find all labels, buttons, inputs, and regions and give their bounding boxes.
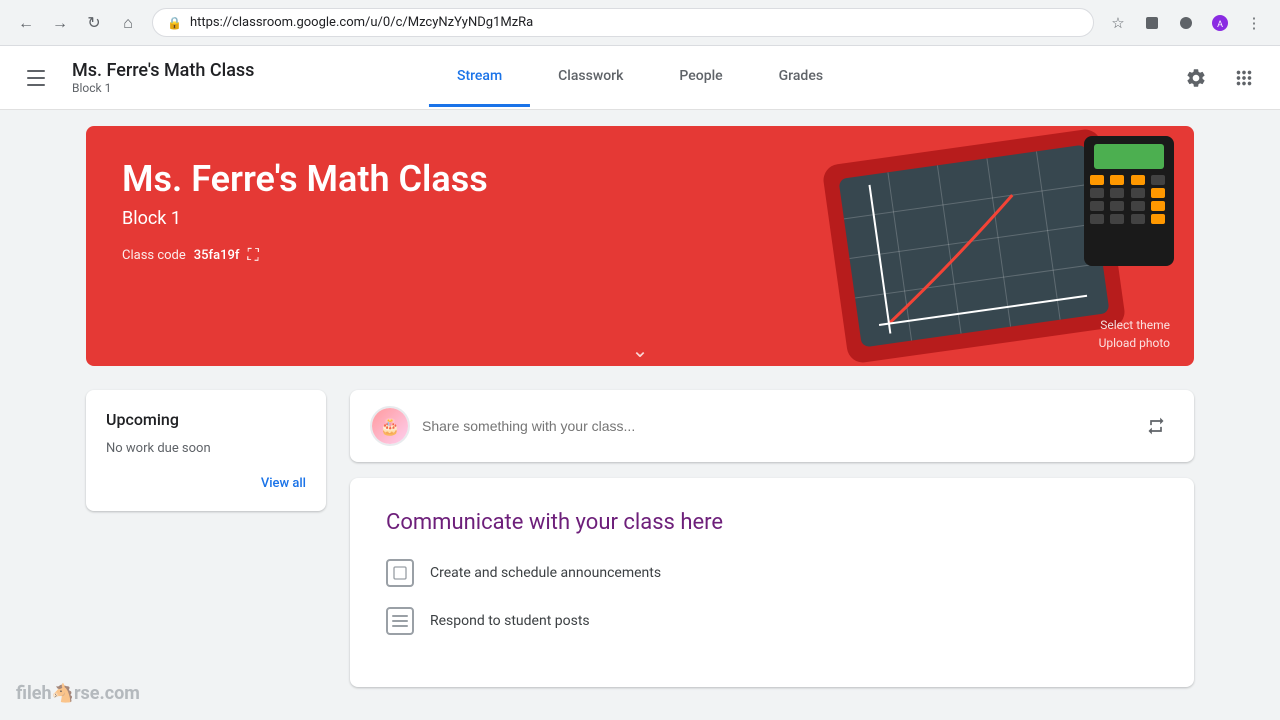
tab-people[interactable]: People bbox=[651, 48, 750, 107]
bookmark-button[interactable]: ☆ bbox=[1104, 9, 1132, 37]
communicate-item-posts: Respond to student posts bbox=[386, 607, 1158, 635]
hamburger-icon bbox=[27, 70, 45, 86]
back-button[interactable]: ← bbox=[12, 9, 40, 37]
communicate-item-announcements: Create and schedule announcements bbox=[386, 559, 1158, 587]
share-box: 🎂 bbox=[350, 390, 1194, 462]
chevron-down-icon[interactable]: ⌄ bbox=[632, 338, 649, 362]
tablet-screen bbox=[838, 144, 1109, 347]
avatar-image: 🎂 bbox=[372, 408, 408, 444]
content-grid: Upcoming No work due soon View all 🎂 bbox=[86, 390, 1194, 687]
svg-text:A: A bbox=[1217, 20, 1223, 30]
class-subtitle: Block 1 bbox=[72, 81, 254, 95]
extension-icon-2[interactable] bbox=[1172, 9, 1200, 37]
nav-tabs: Stream Classwork People Grades bbox=[429, 48, 851, 107]
filehorse-watermark: fileh🐴rse.com bbox=[16, 683, 140, 704]
upcoming-card: Upcoming No work due soon View all bbox=[86, 390, 326, 511]
extension-icon-1[interactable] bbox=[1138, 9, 1166, 37]
header-left: Ms. Ferre's Math Class Block 1 bbox=[16, 58, 254, 98]
class-code-label: Class code bbox=[122, 248, 186, 263]
communicate-box: Communicate with your class here Create … bbox=[350, 478, 1194, 687]
announcement-icon bbox=[386, 559, 414, 587]
announcement-text: Create and schedule announcements bbox=[430, 565, 661, 581]
url-text: https://classroom.google.com/u/0/c/MzcyN… bbox=[190, 15, 1079, 30]
forward-button[interactable]: → bbox=[46, 9, 74, 37]
avatar: 🎂 bbox=[370, 406, 410, 446]
app-header: Ms. Ferre's Math Class Block 1 Stream Cl… bbox=[0, 46, 1280, 110]
main-content: Ms. Ferre's Math Class Block 1 Class cod… bbox=[70, 110, 1210, 703]
stream-panel: 🎂 Communicate with your class here bbox=[350, 390, 1194, 687]
settings-button[interactable] bbox=[1176, 58, 1216, 98]
share-repeat-icon[interactable] bbox=[1138, 408, 1174, 444]
address-bar[interactable]: 🔒 https://classroom.google.com/u/0/c/Mzc… bbox=[152, 8, 1094, 37]
tab-stream[interactable]: Stream bbox=[429, 48, 530, 107]
class-name: Ms. Ferre's Math Class bbox=[72, 60, 254, 81]
lock-icon: 🔒 bbox=[167, 16, 182, 30]
communicate-title: Communicate with your class here bbox=[386, 510, 1158, 535]
tab-classwork[interactable]: Classwork bbox=[530, 48, 651, 107]
home-button[interactable]: ⌂ bbox=[114, 9, 142, 37]
hero-bottom-bar: ⌄ bbox=[86, 334, 1194, 366]
filehorse-text: fileh🐴rse.com bbox=[16, 683, 140, 704]
no-work-text: No work due soon bbox=[106, 441, 306, 456]
view-all-link[interactable]: View all bbox=[106, 476, 306, 491]
tab-grades[interactable]: Grades bbox=[751, 48, 851, 107]
reload-button[interactable]: ↻ bbox=[80, 9, 108, 37]
upcoming-title: Upcoming bbox=[106, 410, 306, 429]
select-theme-link[interactable]: Select theme bbox=[1100, 318, 1170, 332]
tablet-decoration bbox=[821, 127, 1126, 364]
browser-nav-icons: ← → ↻ ⌂ bbox=[12, 9, 142, 37]
calculator-decoration bbox=[1084, 136, 1174, 266]
browser-chrome: ← → ↻ ⌂ 🔒 https://classroom.google.com/u… bbox=[0, 0, 1280, 46]
expand-icon[interactable]: ⛶ bbox=[248, 245, 259, 265]
class-code-value: 35fa19f bbox=[194, 248, 240, 263]
browser-right-icons: ☆ A ⋮ bbox=[1104, 9, 1268, 37]
header-right bbox=[1176, 58, 1264, 98]
more-menu-button[interactable]: ⋮ bbox=[1240, 9, 1268, 37]
apps-button[interactable] bbox=[1224, 58, 1264, 98]
hero-banner: Ms. Ferre's Math Class Block 1 Class cod… bbox=[86, 126, 1194, 366]
class-title-block: Ms. Ferre's Math Class Block 1 bbox=[72, 60, 254, 95]
hero-bottom-links: Select theme Upload photo bbox=[1099, 318, 1170, 350]
posts-icon bbox=[386, 607, 414, 635]
profile-icon[interactable]: A bbox=[1206, 9, 1234, 37]
share-input[interactable] bbox=[422, 418, 1126, 434]
upload-photo-link[interactable]: Upload photo bbox=[1099, 336, 1170, 350]
posts-text: Respond to student posts bbox=[430, 613, 590, 629]
hamburger-button[interactable] bbox=[16, 58, 56, 98]
